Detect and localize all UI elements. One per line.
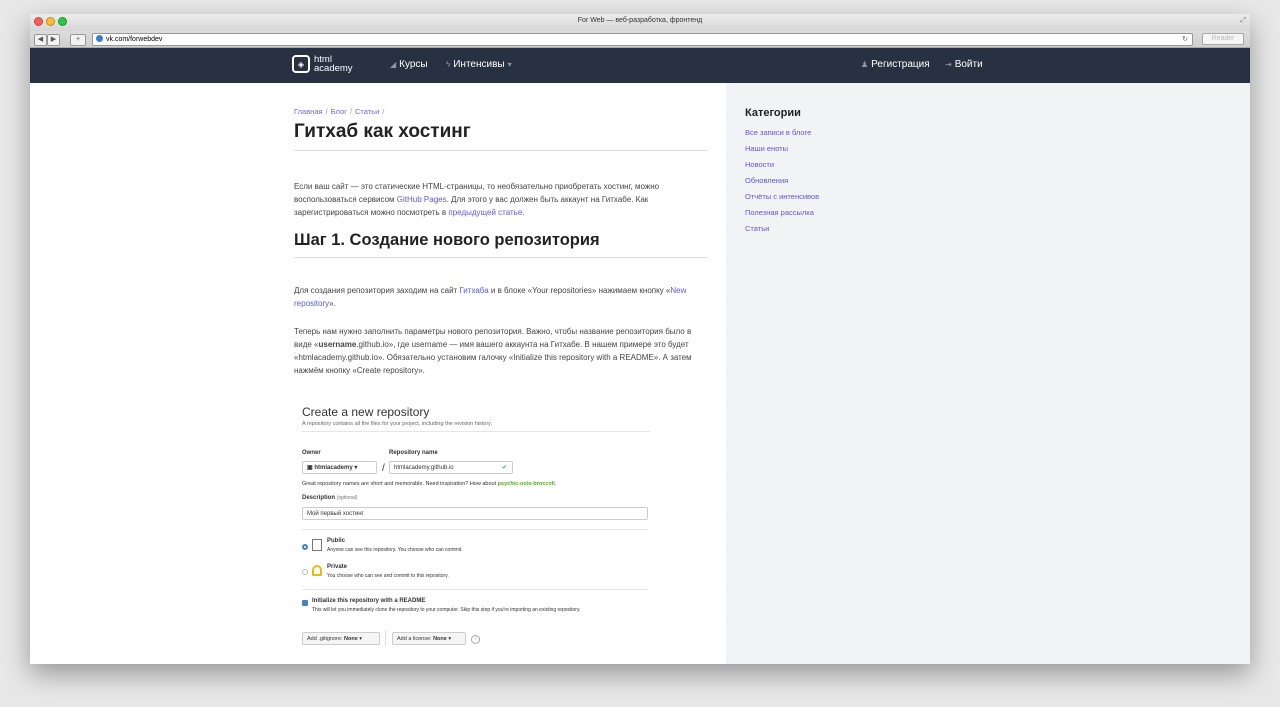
url-text: vk.com/forwebdev bbox=[106, 36, 163, 43]
public-label: Public bbox=[327, 538, 346, 544]
github-pages-link[interactable]: GitHub Pages bbox=[397, 195, 447, 204]
site-header: ◈ html academy ◢ Курсы ϟ Интенсивы ▾ ♟ Регис… bbox=[30, 48, 1250, 83]
sidebar-link-updates[interactable]: Обновления bbox=[745, 176, 788, 185]
step1-heading: Шаг 1. Создание нового репозитория bbox=[294, 231, 708, 258]
sidebar: Категории Все записи в блоге Наши еноты … bbox=[726, 83, 1250, 664]
address-bar[interactable]: vk.com/forwebdev ↻ bbox=[92, 33, 1193, 46]
breadcrumb-home[interactable]: Главная bbox=[294, 107, 323, 116]
page-content: Главная / Блог / Статьи / Гитхаб как хостинг … bbox=[30, 83, 1250, 664]
nav-courses[interactable]: ◢ Курсы bbox=[390, 59, 428, 70]
intro-paragraph: Если ваш сайт — это статические HTML-стр… bbox=[294, 182, 660, 217]
reload-icon[interactable]: ↻ bbox=[1182, 34, 1188, 45]
sidebar-link-news[interactable]: Новости bbox=[745, 160, 774, 169]
divider bbox=[302, 529, 648, 530]
nav-login[interactable]: ⇥ Войти bbox=[945, 59, 983, 70]
lock-icon bbox=[312, 565, 322, 576]
info-icon[interactable]: i bbox=[471, 635, 480, 644]
logo-line2: academy bbox=[314, 63, 353, 74]
gh-title: Create a new repository bbox=[302, 405, 430, 419]
repo-name-hint: Great repository names are short and mem… bbox=[302, 481, 557, 487]
step1-paragraph: Для создания репозитория заходим на сайт… bbox=[294, 286, 687, 308]
courses-icon: ◢ bbox=[390, 60, 397, 69]
private-radio[interactable] bbox=[302, 569, 308, 575]
step1-details-paragraph: Теперь нам нужно заполнить параметры нов… bbox=[294, 327, 692, 375]
owner-select[interactable]: ▣ htmlacademy ▾ bbox=[302, 461, 377, 474]
private-description: You choose who can see and commit to thi… bbox=[327, 573, 449, 579]
chevron-down-icon: ▾ bbox=[507, 60, 512, 69]
forward-button[interactable]: ▶ bbox=[47, 34, 60, 46]
description-label: Description (optional) bbox=[302, 495, 358, 501]
sidebar-heading: Категории bbox=[745, 107, 801, 119]
divider bbox=[302, 589, 648, 590]
sidebar-link-raccoons[interactable]: Наши еноты bbox=[745, 144, 788, 153]
check-icon: ✔ bbox=[501, 465, 507, 471]
readme-description: This will let you immediately clone the … bbox=[312, 607, 581, 613]
title-bar: For Web — веб-разработка, фронтенд ⤢ bbox=[30, 14, 1250, 31]
private-label: Private bbox=[327, 564, 348, 570]
breadcrumb-blog[interactable]: Блог bbox=[331, 107, 347, 116]
browser-toolbar: ◀ ▶ + vk.com/forwebdev ↻ Reader bbox=[30, 31, 1250, 48]
add-tab-button[interactable]: + bbox=[70, 34, 86, 46]
nav-register[interactable]: ♟ Регистрация bbox=[861, 59, 930, 70]
fullscreen-icon[interactable]: ⤢ bbox=[1240, 17, 1246, 25]
gh-subtitle: A repository contains all the files for … bbox=[302, 421, 650, 432]
owner-avatar-icon: ▣ bbox=[307, 465, 313, 471]
repo-name-label: Repository name bbox=[389, 450, 438, 456]
divider-vertical bbox=[385, 630, 386, 646]
back-button[interactable]: ◀ bbox=[34, 34, 47, 46]
sidebar-link-newsletter[interactable]: Полезная рассылка bbox=[745, 208, 814, 217]
license-select[interactable]: Add a license: None ▾ bbox=[392, 632, 466, 645]
lightning-icon: ϟ bbox=[446, 60, 451, 69]
nav-intensives[interactable]: ϟ Интенсивы ▾ bbox=[446, 59, 515, 70]
reader-button[interactable]: Reader bbox=[1202, 33, 1244, 45]
gitignore-select[interactable]: Add .gitignore: None ▾ bbox=[302, 632, 380, 645]
owner-label: Owner bbox=[302, 450, 321, 456]
site-logo[interactable]: ◈ html academy bbox=[292, 55, 353, 73]
repo-name-input[interactable]: htmlacademy.github.io ✔ bbox=[389, 461, 513, 474]
github-screenshot: Create a new repository A repository con… bbox=[302, 405, 650, 646]
readme-checkbox[interactable] bbox=[302, 600, 308, 606]
login-icon: ⇥ bbox=[945, 60, 952, 69]
sidebar-link-articles[interactable]: Статьи bbox=[745, 224, 769, 233]
sidebar-link-reports[interactable]: Отчёты с интенсивов bbox=[745, 192, 819, 201]
globe-icon bbox=[96, 35, 103, 42]
breadcrumb: Главная / Блог / Статьи / bbox=[294, 107, 385, 116]
sidebar-link-all-posts[interactable]: Все записи в блоге bbox=[745, 128, 811, 137]
github-link[interactable]: Гитхаба bbox=[459, 286, 488, 295]
browser-window: For Web — веб-разработка, фронтенд ⤢ ◀ ▶… bbox=[30, 14, 1250, 664]
description-input[interactable]: Мой первый хостинг bbox=[302, 507, 648, 520]
previous-article-link[interactable]: предыдущей статье bbox=[448, 208, 522, 217]
public-repo-icon bbox=[312, 539, 322, 551]
public-description: Anyone can see this repository. You choo… bbox=[327, 547, 463, 553]
breadcrumb-articles[interactable]: Статьи bbox=[355, 107, 379, 116]
window-title: For Web — веб-разработка, фронтенд bbox=[577, 17, 703, 24]
readme-label: Initialize this repository with a README bbox=[312, 598, 426, 604]
user-icon: ♟ bbox=[861, 60, 869, 69]
page-title: Гитхаб как хостинг bbox=[294, 121, 708, 151]
public-radio[interactable] bbox=[302, 544, 308, 550]
academy-logo-icon: ◈ bbox=[292, 55, 310, 73]
slash: / bbox=[382, 463, 385, 474]
